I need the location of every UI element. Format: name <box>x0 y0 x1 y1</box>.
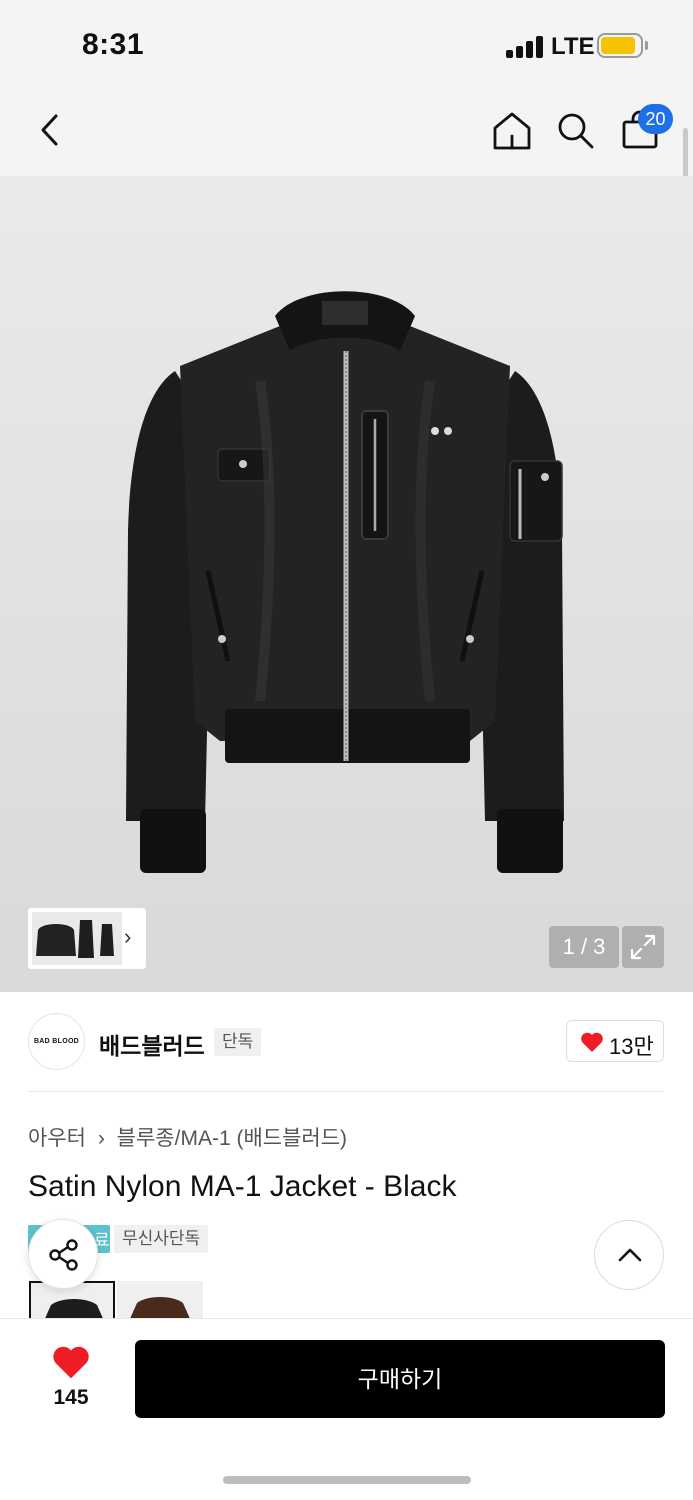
breadcrumb-separator-icon: › <box>97 1127 105 1150</box>
heart-icon <box>53 1346 89 1379</box>
exclusive-badge: 무신사단독 <box>114 1225 209 1253</box>
brand-name[interactable]: 배드블러드 <box>99 1027 205 1061</box>
share-icon <box>49 1239 78 1271</box>
wish-button[interactable]: 145 <box>36 1340 106 1420</box>
home-icon[interactable] <box>491 110 533 152</box>
status-time: 8:31 <box>82 28 145 61</box>
scroll-top-button[interactable] <box>594 1220 664 1290</box>
product-image-gallery[interactable]: › 1 / 3 <box>0 176 693 992</box>
thumbnail-images <box>32 912 122 965</box>
product-title: Satin Nylon MA-1 Jacket - Black <box>28 1170 457 1203</box>
divider <box>28 1091 664 1092</box>
color-swatch-image <box>117 1281 203 1321</box>
search-icon[interactable] <box>555 110 597 152</box>
status-bar: 8:31 LTE <box>0 0 693 90</box>
home-indicator <box>223 1476 471 1484</box>
chevron-up-icon <box>618 1248 642 1262</box>
image-page-counter: 1 / 3 <box>549 926 619 968</box>
network-label: LTE <box>551 33 595 60</box>
share-button[interactable] <box>28 1219 98 1289</box>
brand-like-button[interactable]: 13만 <box>566 1020 664 1062</box>
back-button[interactable] <box>36 112 64 148</box>
breadcrumb-item[interactable]: 블루종/MA-1 (배드블러드) <box>117 1127 347 1150</box>
expand-icon <box>630 934 656 960</box>
breadcrumb-item[interactable]: 아우터 <box>28 1127 86 1150</box>
top-nav-bar <box>0 90 693 176</box>
heart-icon <box>581 1032 603 1052</box>
buy-button[interactable]: 구매하기 <box>135 1340 665 1418</box>
thumbnail-strip[interactable]: › <box>28 908 146 969</box>
thumbnail-next-icon[interactable]: › <box>124 924 131 950</box>
breadcrumb: 아우터 › 블루종/MA-1 (배드블러드) <box>28 1122 353 1152</box>
brand-logo[interactable]: BAD BLOOD <box>28 1013 85 1070</box>
product-image <box>126 291 564 873</box>
battery-icon <box>597 33 643 58</box>
color-option-brown[interactable] <box>117 1281 203 1321</box>
expand-button[interactable] <box>622 926 664 968</box>
brand-like-count: 13만 <box>609 1034 654 1059</box>
wish-count: 145 <box>53 1386 89 1409</box>
cart-count-badge: 20 <box>638 104 673 134</box>
exclusive-tag: 단독 <box>214 1028 262 1056</box>
color-swatch-image <box>31 1283 113 1321</box>
signal-icon <box>506 36 546 58</box>
